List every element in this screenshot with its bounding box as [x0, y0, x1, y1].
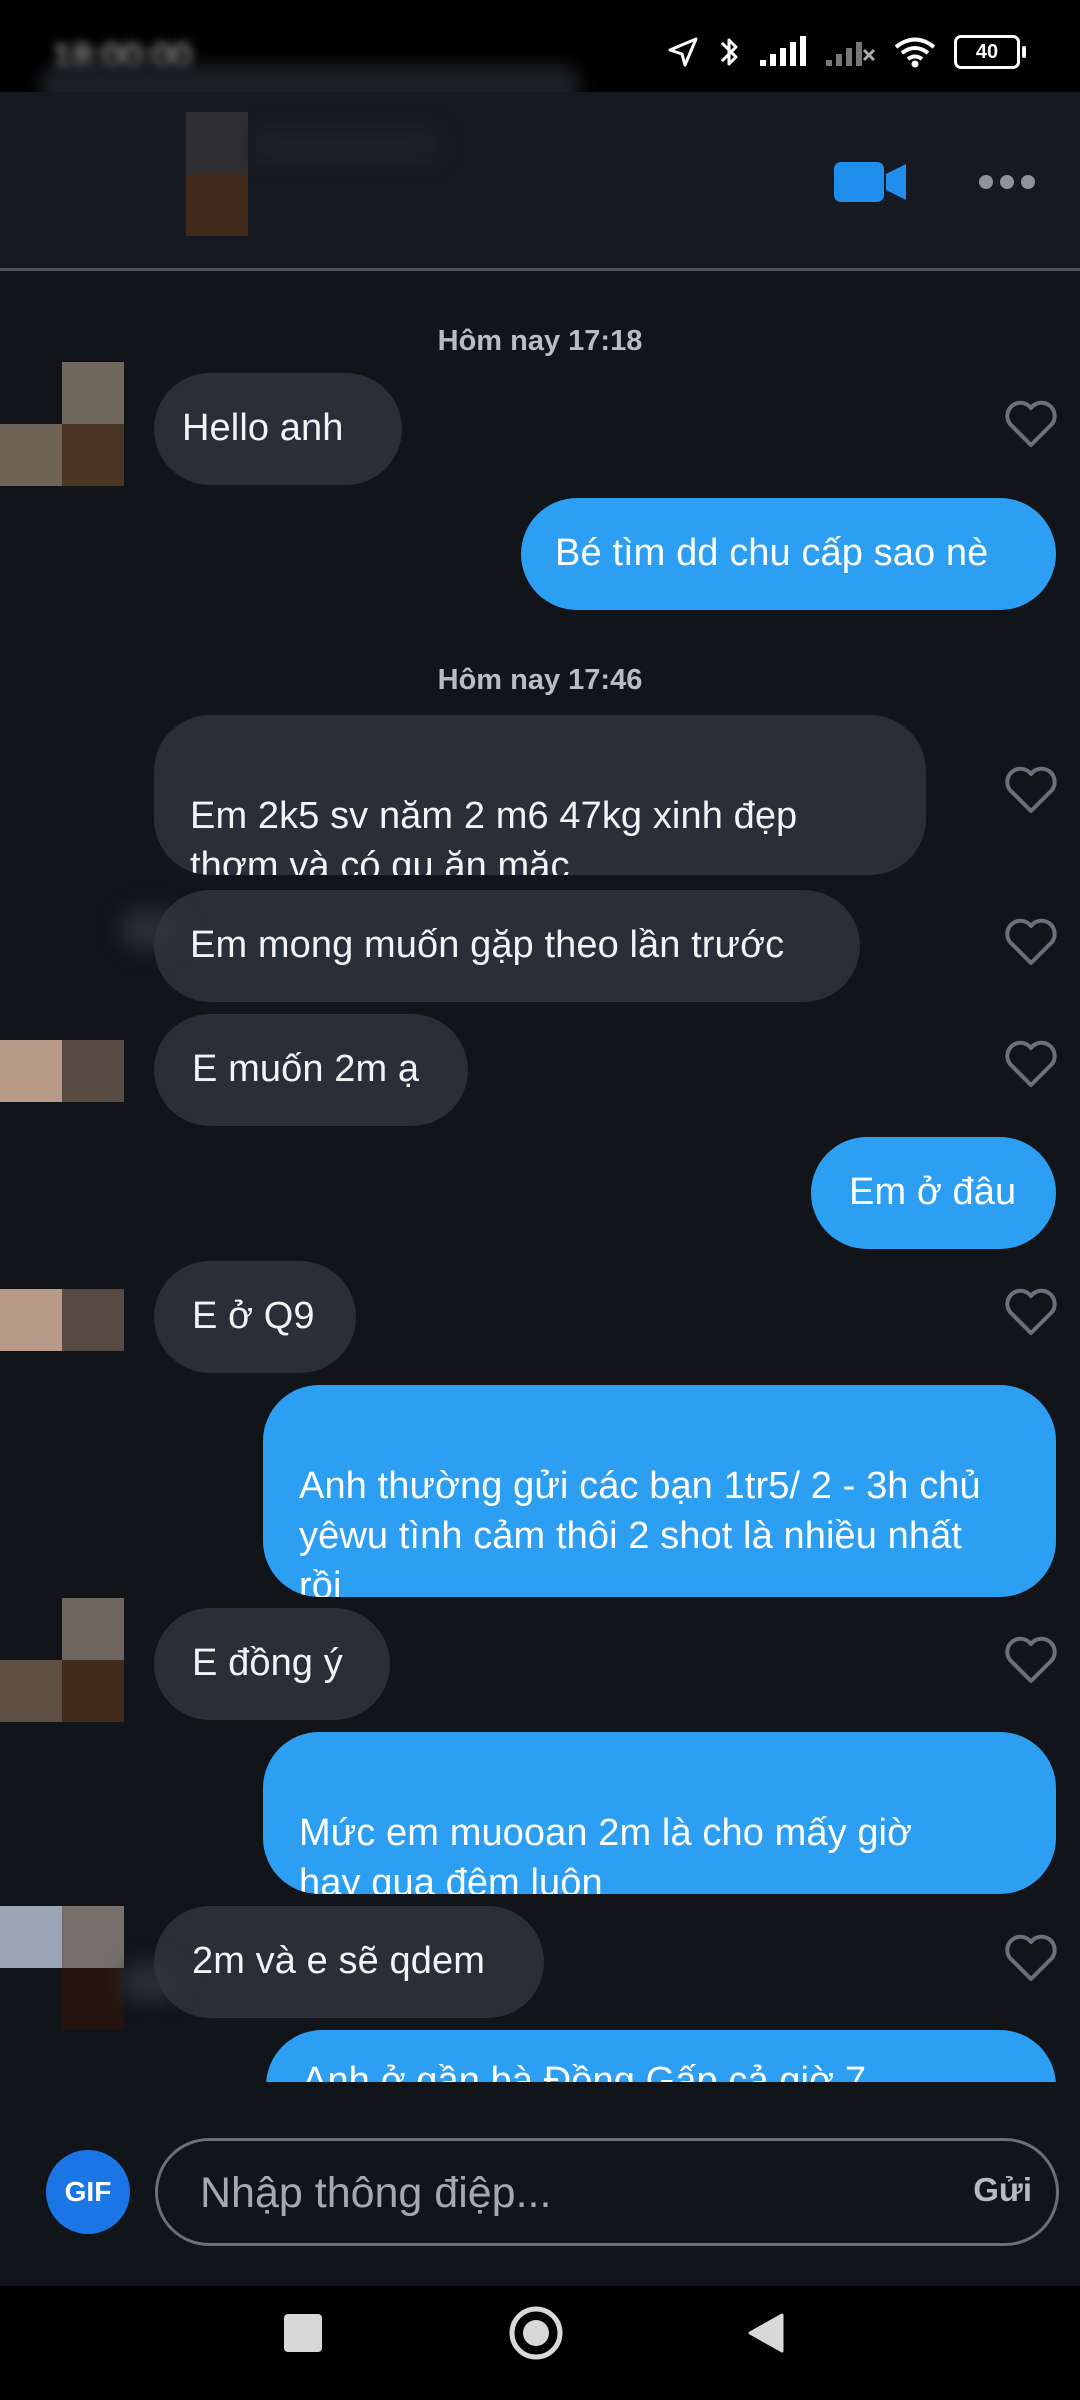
send-button[interactable]: Gửi: [973, 2171, 1032, 2209]
sender-avatar[interactable]: [0, 362, 124, 486]
message-text: Anh thường gửi các bạn 1tr5/ 2 - 3h chủ …: [299, 1465, 981, 1597]
message-bubble[interactable]: Anh ở gần bà Đồng Gấp cả giờ 7: [266, 2030, 1056, 2082]
timestamp: Hôm nay 17:46: [437, 664, 643, 696]
message-input[interactable]: Nhập thông điệp... Gửi: [155, 2138, 1059, 2246]
message-text: Em mong muốn gặp theo lần trước: [190, 924, 785, 966]
message-placeholder: Nhập thông điệp...: [200, 2169, 552, 2217]
message-bubble[interactable]: E muốn 2m ạ: [154, 1014, 468, 1126]
message-text: E muốn 2m ạ: [192, 1048, 420, 1090]
timestamp: Hôm nay 17:18: [437, 325, 643, 357]
video-camera-icon[interactable]: [832, 160, 908, 204]
message-bubble[interactable]: E đồng ý: [154, 1608, 390, 1720]
message-text: E ở Q9: [192, 1295, 315, 1337]
status-icons: 40: [666, 32, 1026, 72]
signal-icon: [760, 36, 806, 66]
back-button[interactable]: [744, 2311, 788, 2355]
message-text: 2m và e sẽ qdem: [192, 1940, 485, 1982]
like-heart-icon[interactable]: [1002, 1634, 1060, 1686]
recent-apps-button[interactable]: [284, 2314, 322, 2352]
header-divider: [0, 268, 1080, 271]
message-bubble[interactable]: Em mong muốn gặp theo lần trước: [154, 890, 860, 1002]
message-bubble[interactable]: Hello anh: [154, 373, 402, 485]
message-bubble[interactable]: E ở Q9: [154, 1261, 356, 1373]
like-heart-icon[interactable]: [1002, 1038, 1060, 1090]
gif-button[interactable]: GIF: [46, 2150, 130, 2234]
battery-indicator: 40: [954, 35, 1026, 69]
message-text: Em 2k5 sv năm 2 m6 47kg xinh đẹp thơm và…: [190, 795, 798, 875]
sender-avatar[interactable]: [0, 1598, 124, 1722]
sender-avatar[interactable]: [0, 1289, 124, 1351]
message-text: Hello anh: [182, 407, 344, 449]
message-text: Bé tìm dd chu cấp sao nè: [555, 532, 989, 574]
redacted-avatar: [120, 1962, 180, 2002]
home-button[interactable]: [508, 2305, 564, 2361]
signal-muted-icon: [826, 42, 876, 66]
message-text: Em ở đâu: [849, 1171, 1017, 1213]
message-bubble[interactable]: Anh thường gửi các bạn 1tr5/ 2 - 3h chủ …: [263, 1385, 1056, 1597]
message-bubble[interactable]: Em 2k5 sv năm 2 m6 47kg xinh đẹp thơm và…: [154, 715, 926, 875]
like-heart-icon[interactable]: [1002, 1932, 1060, 1984]
like-heart-icon[interactable]: [1002, 1286, 1060, 1338]
like-heart-icon[interactable]: [1002, 764, 1060, 816]
contact-name-redacted[interactable]: [250, 128, 440, 162]
message-text: E đồng ý: [192, 1642, 343, 1684]
bluetooth-icon: [720, 38, 738, 66]
sender-avatar[interactable]: [0, 1040, 124, 1102]
location-icon: [668, 37, 698, 67]
message-text: Mức em muooan 2m là cho mấy giờ hay qua …: [299, 1812, 913, 1894]
chat-area[interactable]: Hôm nay 17:18 Hello anh Bé tìm dd chu cấ…: [0, 272, 1080, 2082]
more-options-icon[interactable]: [978, 168, 1036, 196]
chat-header: [0, 92, 1080, 270]
redacted-avatar: [120, 908, 182, 950]
like-heart-icon[interactable]: [1002, 398, 1060, 450]
wifi-icon: [894, 37, 936, 68]
message-text: Anh ở gần bà Đồng Gấp cả giờ 7: [302, 2060, 867, 2082]
message-bubble[interactable]: 2m và e sẽ qdem: [154, 1906, 544, 2018]
like-heart-icon[interactable]: [1002, 916, 1060, 968]
contact-avatar[interactable]: [186, 112, 248, 236]
message-bubble[interactable]: Mức em muooan 2m là cho mấy giờ hay qua …: [263, 1732, 1056, 1894]
sender-avatar[interactable]: [0, 1906, 124, 2030]
message-bubble[interactable]: Em ở đâu: [811, 1137, 1056, 1249]
message-bubble[interactable]: Bé tìm dd chu cấp sao nè: [521, 498, 1056, 610]
